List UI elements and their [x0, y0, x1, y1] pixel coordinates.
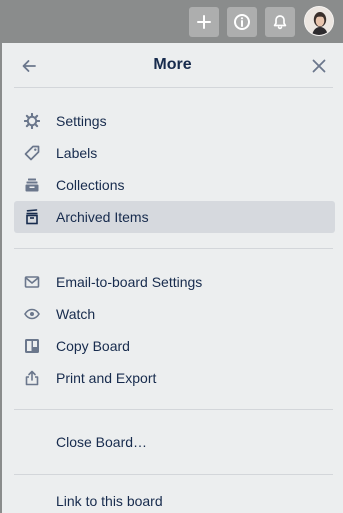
copy-board-icon — [24, 338, 40, 354]
add-button[interactable] — [189, 7, 219, 37]
close-board-button[interactable]: Close Board… — [14, 426, 335, 458]
more-menu-panel: More Settings Labels Collections Archive… — [2, 43, 343, 513]
menu-item-label: Collections — [56, 177, 125, 193]
envelope-icon — [24, 274, 40, 290]
user-avatar-image — [305, 7, 333, 35]
menu-item-watch[interactable]: Watch — [14, 298, 335, 330]
archive-icon — [24, 209, 40, 225]
bell-icon — [273, 15, 287, 30]
menu-item-label: Print and Export — [56, 370, 157, 386]
menu-item-collections[interactable]: Collections — [14, 169, 335, 201]
share-icon — [24, 370, 40, 386]
close-board-label: Close Board… — [56, 434, 148, 450]
link-to-board-label: Link to this board — [56, 493, 163, 509]
board-header-bar — [0, 0, 343, 43]
eye-icon — [24, 306, 40, 322]
menu-item-label: Settings — [56, 113, 107, 129]
divider — [14, 474, 333, 475]
notifications-button[interactable] — [265, 7, 295, 37]
menu-item-label: Labels — [56, 145, 98, 161]
menu-item-label: Archived Items — [56, 209, 149, 225]
close-icon — [312, 59, 326, 73]
panel-title: More — [153, 56, 192, 73]
gear-icon — [24, 113, 40, 129]
tag-icon — [24, 145, 40, 161]
menu-item-label: Watch — [56, 306, 96, 322]
menu-item-label: Copy Board — [56, 338, 130, 354]
info-icon — [234, 14, 250, 30]
collections-icon — [24, 177, 40, 193]
menu-item-labels[interactable]: Labels — [14, 137, 335, 169]
link-to-board-button[interactable]: Link to this board — [14, 485, 335, 513]
close-button[interactable] — [309, 56, 329, 76]
menu-item-email-to-board-settings[interactable]: Email-to-board Settings — [14, 266, 335, 298]
menu-item-copy-board[interactable]: Copy Board — [14, 330, 335, 362]
divider — [14, 87, 333, 88]
divider — [14, 409, 333, 410]
menu-item-print-and-export[interactable]: Print and Export — [14, 362, 335, 394]
menu-item-label: Email-to-board Settings — [56, 274, 203, 290]
plus-icon — [197, 15, 211, 29]
info-button[interactable] — [227, 7, 257, 37]
divider — [14, 248, 333, 249]
menu-item-settings[interactable]: Settings — [14, 105, 335, 137]
menu-item-archived-items[interactable]: Archived Items — [14, 201, 335, 233]
avatar[interactable] — [304, 6, 334, 36]
panel-header: More — [2, 43, 343, 89]
